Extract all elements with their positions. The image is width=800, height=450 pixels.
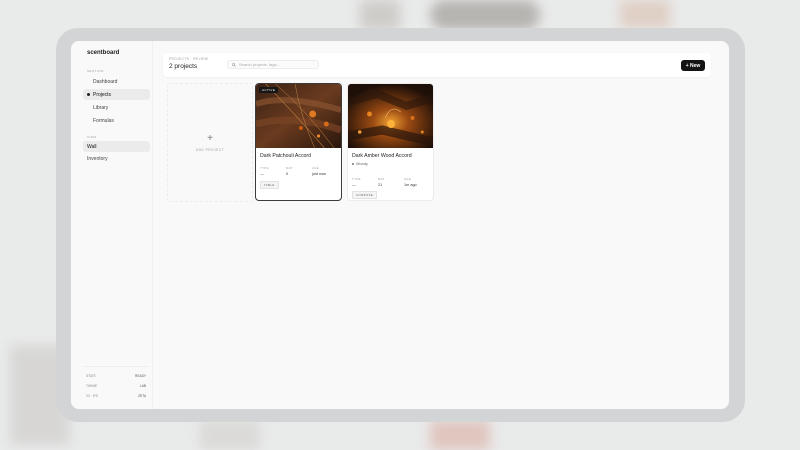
card-title: Dark Patchouli Accord (260, 153, 312, 159)
search-input[interactable]: Search projects, tags... (227, 60, 319, 69)
app-window: scentboard SECTION Dashboard Projects Li… (71, 41, 729, 409)
project-card[interactable]: Dark Amber Wood Accord Woody TYPE — MAT 21… (347, 83, 434, 201)
add-project-label: ADD PROJECT (196, 147, 224, 152)
meta-value: 0 (286, 172, 289, 176)
sidebar-item-label: Library (93, 104, 109, 111)
card-title: Dark Amber Wood Accord (352, 153, 412, 159)
footer-key: STATE (86, 374, 96, 378)
sidebar: scentboard SECTION Dashboard Projects Li… (71, 41, 153, 409)
backdrop-blob (200, 420, 260, 450)
meta-value: just now (312, 172, 326, 176)
section-label: SECTION (87, 69, 104, 73)
sidebar-item-label: Formulas (93, 117, 114, 124)
view-item-label: Inventory (87, 155, 108, 162)
footer-row: THEME LAB (83, 381, 149, 391)
meta-value: — (260, 172, 264, 176)
sidebar-item-projects[interactable]: Projects (83, 89, 150, 100)
project-thumbnail (348, 84, 433, 148)
card-meta: TYPE — MAT 21 AGE 1m ago (352, 177, 431, 187)
meta-key: TYPE (352, 177, 361, 181)
tag-dot-icon (352, 163, 354, 165)
search-icon (232, 62, 236, 67)
sidebar-item-label: Projects (93, 91, 112, 98)
footer-value: ZETA (138, 394, 146, 398)
sidebar-item-dashboard[interactable]: Dashboard (83, 76, 150, 87)
footer-value: LAB (139, 384, 146, 388)
meta-key: AGE (312, 166, 320, 170)
page-title: 2 projects (169, 63, 198, 70)
plus-icon: + (207, 132, 213, 144)
sidebar-footer: STATE READY THEME LAB V2 · IFS ZETA (83, 366, 149, 401)
breadcrumb: PROJECTS · REVIEW (169, 57, 209, 61)
tag-label: Woody (356, 162, 368, 166)
add-project-card[interactable]: + ADD PROJECT (167, 83, 253, 202)
new-project-button[interactable]: + New (681, 60, 705, 71)
footer-key: V2 · IFS (86, 394, 98, 398)
meta-value: 21 (378, 183, 383, 187)
sidebar-item-formulas[interactable]: Formulas (83, 115, 150, 126)
meta-key: MAT (286, 166, 293, 170)
status-badge: ACTIVE (259, 87, 279, 93)
project-card[interactable]: ACTIVE Dark Patchouli Accord TYPE — MAT 0 … (255, 83, 342, 201)
meta-key: MAT (378, 177, 385, 181)
view-label: VIEW (87, 135, 97, 139)
meta-value: — (352, 183, 356, 187)
header-bar: PROJECTS · REVIEW 2 projects Search proj… (163, 53, 711, 77)
backdrop-blob (620, 0, 670, 28)
active-dot-icon (87, 93, 90, 96)
card-meta: TYPE — MAT 0 AGE just now (260, 166, 339, 176)
view-item-wall[interactable]: Wall (83, 141, 150, 152)
status-chip: TABLE (260, 181, 279, 189)
sidebar-item-library[interactable]: Library (83, 102, 150, 113)
backdrop-blob (430, 0, 540, 30)
brand-logo: scentboard (87, 50, 120, 56)
sidebar-item-label: Dashboard (93, 78, 118, 85)
category-tag: Woody (352, 162, 368, 166)
view-item-label: Wall (87, 143, 97, 150)
meta-value: 1m ago (404, 183, 417, 187)
search-placeholder: Search projects, tags... (239, 62, 280, 67)
footer-row: V2 · IFS ZETA (83, 391, 149, 401)
footer-key: THEME (86, 384, 98, 388)
footer-value: READY (135, 374, 146, 378)
backdrop-blob (360, 0, 400, 30)
meta-key: TYPE (260, 166, 269, 170)
status-chip: COMPOSE (352, 191, 378, 199)
backdrop-blob (430, 420, 490, 450)
meta-key: AGE (404, 177, 412, 181)
project-thumbnail (256, 84, 341, 148)
footer-row: STATE READY (83, 371, 149, 381)
view-item-inventory[interactable]: Inventory (83, 153, 150, 164)
